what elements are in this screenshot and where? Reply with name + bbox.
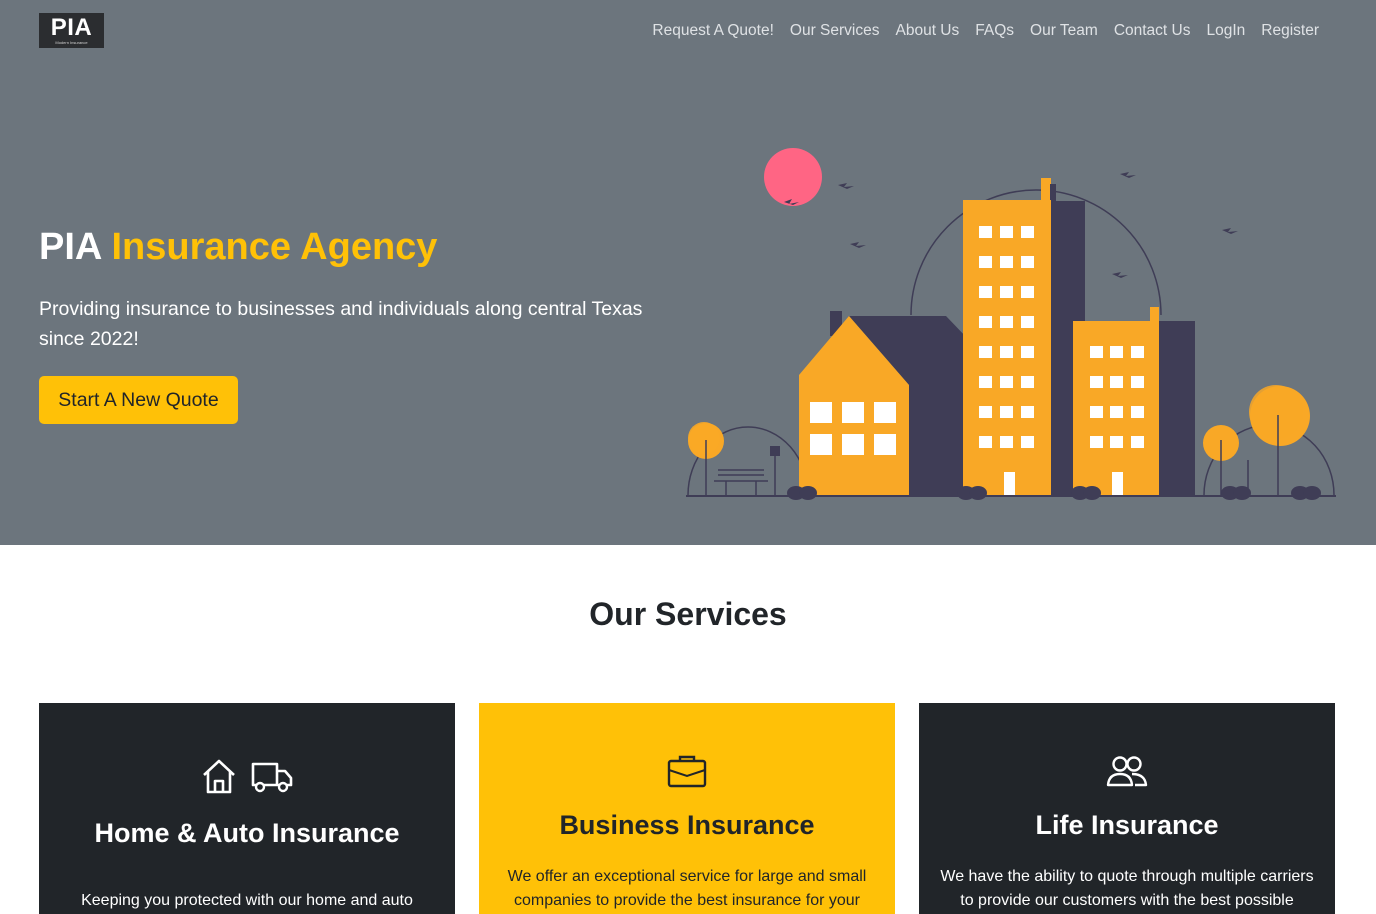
card-description: We offer an exceptional service for larg…: [507, 868, 867, 909]
nav-login[interactable]: LogIn: [1198, 20, 1253, 42]
hero-title-accent: Insurance Agency: [111, 226, 438, 268]
truck-icon: [251, 762, 293, 793]
people-icon: [1106, 756, 1148, 787]
briefcase-icon: [667, 755, 707, 788]
service-card-home-auto[interactable]: Home & Auto Insurance Keeping you protec…: [39, 703, 455, 914]
card-title: Home & Auto Insurance: [94, 818, 400, 848]
start-new-quote-button[interactable]: Start A New Quote: [39, 376, 238, 424]
nav-contact-us[interactable]: Contact Us: [1106, 20, 1199, 42]
nav-our-team[interactable]: Our Team: [1022, 20, 1106, 42]
hero-title-main: PIA: [39, 226, 101, 268]
card-title: Business Insurance: [559, 810, 815, 840]
card-description: We have the ability to quote through mul…: [940, 868, 1314, 909]
sun-shape: [764, 148, 822, 206]
card-description: Keeping you protected with our home and …: [81, 892, 413, 909]
nav-request-quote[interactable]: Request A Quote!: [644, 20, 782, 42]
hero-tagline: Providing insurance to businesses and in…: [39, 298, 643, 350]
house-icon: [203, 759, 235, 794]
card-icons: [919, 753, 1335, 789]
logo-subtext: Modern Insurance: [55, 40, 88, 45]
services-section-title: Our Services: [589, 596, 787, 632]
nav-our-services[interactable]: Our Services: [782, 20, 888, 42]
logo-text: PIA: [50, 14, 93, 41]
card-title: Life Insurance: [1035, 810, 1219, 840]
card-icons: [479, 753, 895, 789]
nav-about-us[interactable]: About Us: [888, 20, 968, 42]
nav-register[interactable]: Register: [1253, 20, 1327, 42]
hero-title: PIA Insurance Agency: [39, 224, 437, 270]
top-navigation: Request A Quote! Our Services About Us F…: [644, 20, 1327, 42]
service-card-life[interactable]: Life Insurance We have the ability to qu…: [919, 703, 1335, 914]
city-buildings-illustration: [686, 148, 1336, 500]
hero-section: PIA Modern Insurance Request A Quote! Ou…: [0, 0, 1376, 545]
card-icons: [39, 757, 455, 795]
nav-faqs[interactable]: FAQs: [967, 20, 1022, 42]
service-card-business[interactable]: Business Insurance We offer an exception…: [479, 703, 895, 914]
brand-logo[interactable]: PIA Modern Insurance: [39, 13, 104, 48]
